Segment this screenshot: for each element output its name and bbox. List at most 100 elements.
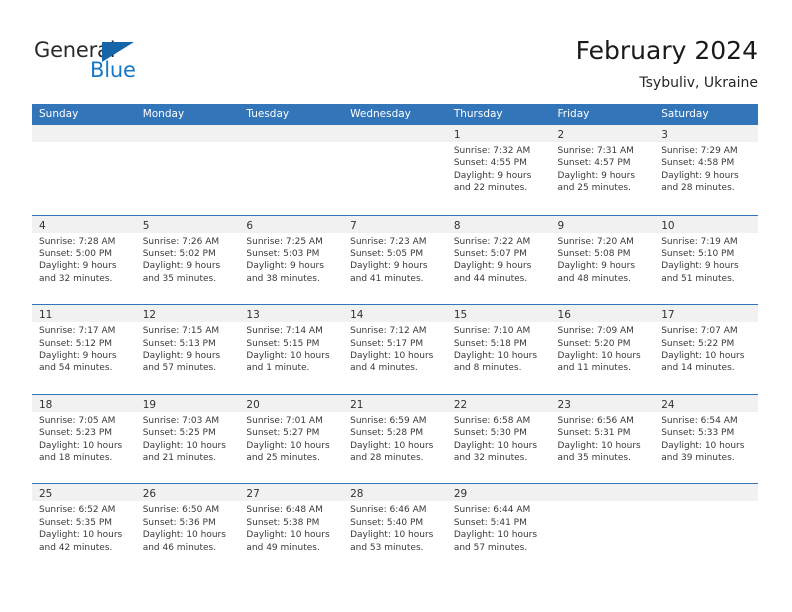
calendar-week-row: 18 Sunrise: 7:05 AM Sunset: 5:23 PM Dayligh… [32,393,758,484]
sunrise-text: Sunrise: 7:17 AM [39,326,116,337]
day-number-band: 21 [343,394,447,412]
sunset-text: Sunset: 5:17 PM [350,338,424,349]
sunrise-text: Sunrise: 7:03 AM [142,415,220,426]
day-number: 9 [557,219,565,232]
day-number-band: 14 [343,305,447,323]
calendar-day-cell[interactable]: 8 Sunrise: 7:22 AM Sunset: 5:07 PM Daylight… [446,215,551,305]
calendar-day-cell[interactable]: 13 Sunrise: 7:14 AM Sunset: 5:15 PM Dayligh… [239,305,344,394]
calendar-day-cell[interactable]: 7 Sunrise: 7:23 AM Sunset: 5:05 PM Daylight… [343,215,447,305]
general-blue-logo[interactable]: General Blue [34,38,164,86]
sunrise-text: Sunrise: 6:46 AM [350,505,427,516]
day-number-band: 2 [550,125,655,142]
daylight-text-cont: and 51 minutes. [661,273,735,284]
day-sun-info [654,501,758,573]
calendar-day-cell[interactable]: 1 Sunrise: 7:32 AM Sunset: 4:55 PM Daylight… [446,125,551,214]
calendar-day-cell[interactable]: 23 Sunrise: 6:56 AM Sunset: 5:31 PM Dayligh… [550,394,655,484]
sunset-text: Sunset: 5:31 PM [557,428,631,439]
day-number: 27 [246,488,260,501]
day-number-band: 10 [654,215,758,233]
day-number: 28 [350,488,364,501]
calendar-day-cell[interactable]: 14 Sunrise: 7:12 AM Sunset: 5:17 PM Dayligh… [343,305,447,394]
calendar-day-cell[interactable]: 25 Sunrise: 6:52 AM Sunset: 5:35 PM Dayligh… [32,484,136,573]
day-number-band: 6 [239,215,344,233]
calendar-day-cell[interactable]: 22 Sunrise: 6:58 AM Sunset: 5:30 PM Dayligh… [446,394,551,484]
day-sun-info: Sunrise: 7:23 AM Sunset: 5:05 PM Daylight:… [343,232,447,305]
calendar-day-cell[interactable]: 3 Sunrise: 7:29 AM Sunset: 4:58 PM Daylight… [654,125,758,214]
day-of-week-header-row: Sunday Monday Tuesday Wednesday Thursday Frid… [32,104,758,125]
sunrise-text: Sunrise: 6:48 AM [246,505,323,516]
day-number: 11 [39,309,53,322]
day-sun-info: Sunrise: 7:26 AM Sunset: 5:02 PM Daylight:… [135,232,240,305]
calendar-day-cell[interactable]: 28 Sunrise: 6:46 AM Sunset: 5:40 PM Dayligh… [343,484,447,573]
sunrise-text: Sunrise: 7:15 AM [142,326,220,337]
day-number-band: 16 [550,305,655,323]
daylight-text-cont: and 8 minutes. [453,363,522,374]
day-of-week-header-sunday: Sunday [39,108,79,120]
daylight-text: Daylight: 9 hours [142,261,221,272]
day-number: 8 [453,219,461,232]
day-number: 2 [557,129,565,141]
daylight-text-cont: and 32 minutes. [39,273,113,284]
day-sun-info: Sunrise: 6:52 AM Sunset: 5:35 PM Daylight:… [32,501,136,573]
day-number-band [654,484,758,502]
day-number: 10 [661,219,675,232]
sunset-text: Sunset: 5:22 PM [661,338,735,349]
calendar-day-cell[interactable]: 17 Sunrise: 7:07 AM Sunset: 5:22 PM Dayligh… [654,305,758,394]
calendar-day-cell[interactable]: 20 Sunrise: 7:01 AM Sunset: 5:27 PM Dayligh… [239,394,344,484]
calendar-day-cell-empty [239,125,344,214]
sunset-text: Sunset: 5:02 PM [142,249,216,259]
sunset-text: Sunset: 5:25 PM [142,428,216,439]
daylight-text: Daylight: 9 hours [246,261,324,272]
day-sun-info: Sunrise: 6:48 AM Sunset: 5:38 PM Daylight:… [239,501,344,573]
day-number-band: 12 [135,305,240,323]
calendar-day-cell[interactable]: 24 Sunrise: 6:54 AM Sunset: 5:33 PM Dayligh… [654,394,758,484]
day-number-band: 19 [135,394,240,412]
day-sun-info: Sunrise: 6:58 AM Sunset: 5:30 PM Daylight:… [446,411,551,484]
day-sun-info: Sunrise: 7:25 AM Sunset: 5:03 PM Daylight:… [239,232,344,305]
calendar-day-cell[interactable]: 19 Sunrise: 7:03 AM Sunset: 5:25 PM Dayligh… [135,394,240,484]
sunset-text: Sunset: 5:36 PM [142,517,216,528]
calendar-day-cell[interactable]: 6 Sunrise: 7:25 AM Sunset: 5:03 PM Daylight… [239,215,344,305]
sunrise-text: Sunrise: 6:50 AM [142,505,220,516]
daylight-text-cont: and 14 minutes. [661,363,735,374]
calendar-day-cell[interactable]: 4 Sunrise: 7:28 AM Sunset: 5:00 PM Daylight… [32,215,136,305]
day-of-week-header-tuesday: Tuesday [246,108,290,120]
sunset-text: Sunset: 5:13 PM [142,338,216,349]
day-of-week-header-wednesday: Wednesday [350,108,411,120]
daylight-text: Daylight: 10 hours [142,440,226,451]
day-sun-info: Sunrise: 7:09 AM Sunset: 5:20 PM Daylight:… [550,322,655,394]
day-sun-info: Sunrise: 7:32 AM Sunset: 4:55 PM Daylight:… [446,142,551,214]
calendar-day-cell[interactable]: 29 Sunrise: 6:44 AM Sunset: 5:41 PM Dayligh… [446,484,551,573]
daylight-text: Daylight: 10 hours [661,440,745,451]
daylight-text: Daylight: 10 hours [557,440,641,451]
day-number-band: 8 [446,215,551,233]
calendar-day-cell[interactable]: 9 Sunrise: 7:20 AM Sunset: 5:08 PM Daylight… [550,215,655,305]
daylight-text: Daylight: 10 hours [350,530,434,541]
sunrise-text: Sunrise: 7:12 AM [350,326,427,337]
day-number: 6 [246,219,254,232]
daylight-text-cont: and 25 minutes. [246,453,320,463]
calendar-day-cell[interactable]: 16 Sunrise: 7:09 AM Sunset: 5:20 PM Dayligh… [550,305,655,394]
daylight-text: Daylight: 10 hours [661,351,745,361]
calendar-day-cell[interactable]: 2 Sunrise: 7:31 AM Sunset: 4:57 PM Daylight… [550,125,655,214]
sunrise-text: Sunrise: 6:44 AM [453,505,531,516]
sunset-text: Sunset: 5:07 PM [453,249,527,259]
calendar-day-cell[interactable]: 12 Sunrise: 7:15 AM Sunset: 5:13 PM Dayligh… [135,305,240,394]
calendar-day-cell[interactable]: 21 Sunrise: 6:59 AM Sunset: 5:28 PM Dayligh… [343,394,447,484]
day-number-band: 27 [239,484,344,502]
day-sun-info: Sunrise: 7:29 AM Sunset: 4:58 PM Daylight:… [654,142,758,214]
day-number-band: 4 [32,215,136,233]
calendar-week-row: 25 Sunrise: 6:52 AM Sunset: 5:35 PM Dayligh… [32,483,758,573]
daylight-text: Daylight: 9 hours [557,170,636,181]
calendar-day-cell[interactable]: 27 Sunrise: 6:48 AM Sunset: 5:38 PM Dayligh… [239,484,344,573]
calendar-day-cell[interactable]: 11 Sunrise: 7:17 AM Sunset: 5:12 PM Dayligh… [32,305,136,394]
day-sun-info [239,142,344,214]
daylight-text: Daylight: 9 hours [557,261,636,272]
calendar-day-cell[interactable]: 15 Sunrise: 7:10 AM Sunset: 5:18 PM Dayligh… [446,305,551,394]
calendar-day-cell[interactable]: 26 Sunrise: 6:50 AM Sunset: 5:36 PM Dayligh… [135,484,240,573]
calendar-day-cell[interactable]: 10 Sunrise: 7:19 AM Sunset: 5:10 PM Dayligh… [654,215,758,305]
calendar-day-cell[interactable]: 5 Sunrise: 7:26 AM Sunset: 5:02 PM Daylight… [135,215,240,305]
calendar-day-cell[interactable]: 18 Sunrise: 7:05 AM Sunset: 5:23 PM Dayligh… [32,394,136,484]
daylight-text: Daylight: 10 hours [39,530,123,541]
daylight-text: Daylight: 10 hours [246,530,330,541]
